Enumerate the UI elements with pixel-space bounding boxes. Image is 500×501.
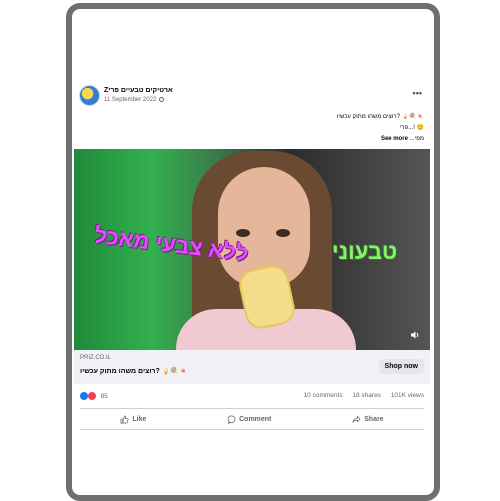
video-player[interactable]: ללא צבעי מאכל טבעוני	[74, 149, 430, 350]
more-options-icon[interactable]: •••	[413, 88, 422, 98]
shares-count[interactable]: 18 shares	[352, 392, 381, 399]
comment-icon	[227, 415, 236, 424]
page-avatar[interactable]	[79, 85, 100, 106]
post-text-line-3-prefix: ...מפי	[409, 136, 424, 142]
post-text-line-3: See more ...מפי	[74, 134, 424, 145]
link-domain: PRIZ.CO.IL	[80, 355, 112, 361]
facebook-post: Zארטיקים טבעיים פרי 11 September 2022 ••…	[74, 78, 430, 430]
like-button[interactable]: Like	[120, 415, 146, 424]
video-overlay-text-right: טבעוני	[332, 239, 398, 264]
share-button[interactable]: Share	[352, 414, 384, 424]
love-reaction-icon	[87, 392, 96, 400]
like-reaction-icon	[80, 392, 88, 400]
like-label: Like	[132, 415, 147, 423]
shop-now-button[interactable]: Shop now	[378, 359, 424, 374]
post-date[interactable]: 11 September 2022	[104, 97, 165, 103]
reaction-count[interactable]: 85	[101, 393, 108, 400]
link-title[interactable]: רוצים משהו מתוק עכשיו? 🍦🍭🍬	[80, 367, 188, 375]
post-text-line-1: רוצים משהו מתוק עכשיו? 🍦🍭🍬	[336, 114, 424, 120]
eye-right	[276, 229, 290, 237]
post-stats: 85 10 comments 18 shares 101K views	[74, 384, 430, 408]
share-icon	[352, 414, 361, 423]
volume-icon[interactable]	[410, 330, 420, 340]
comment-label: Comment	[239, 415, 272, 423]
engagement-counts: 10 comments 18 shares 101K views	[296, 392, 424, 399]
post-header: Zארטיקים טבעיים פרי 11 September 2022 ••…	[74, 78, 430, 112]
share-label: Share	[364, 415, 384, 423]
thumbs-up-icon	[120, 415, 129, 423]
reactions-summary[interactable]: 85	[80, 392, 108, 400]
globe-icon	[159, 97, 165, 102]
post-actions: Like Comment Share	[80, 408, 424, 429]
post-date-text[interactable]: 11 September 2022	[104, 97, 156, 103]
post-text-line-2: פרי...! 🙂	[399, 125, 424, 131]
see-more-link[interactable]: See more	[381, 136, 408, 142]
page-name[interactable]: Zארטיקים טבעיים פרי	[104, 87, 173, 94]
comments-count[interactable]: 10 comments	[304, 392, 343, 399]
eye-left	[236, 229, 250, 237]
link-preview-bar[interactable]: PRIZ.CO.IL רוצים משהו מתוק עכשיו? 🍦🍭🍬 Sh…	[74, 350, 430, 384]
post-text: רוצים משהו מתוק עכשיו? 🍦🍭🍬 פרי...! 🙂 See…	[74, 112, 430, 145]
post-bottom-divider	[80, 429, 424, 430]
comment-button[interactable]: Comment	[227, 415, 271, 424]
views-count: 101K views	[390, 392, 424, 399]
